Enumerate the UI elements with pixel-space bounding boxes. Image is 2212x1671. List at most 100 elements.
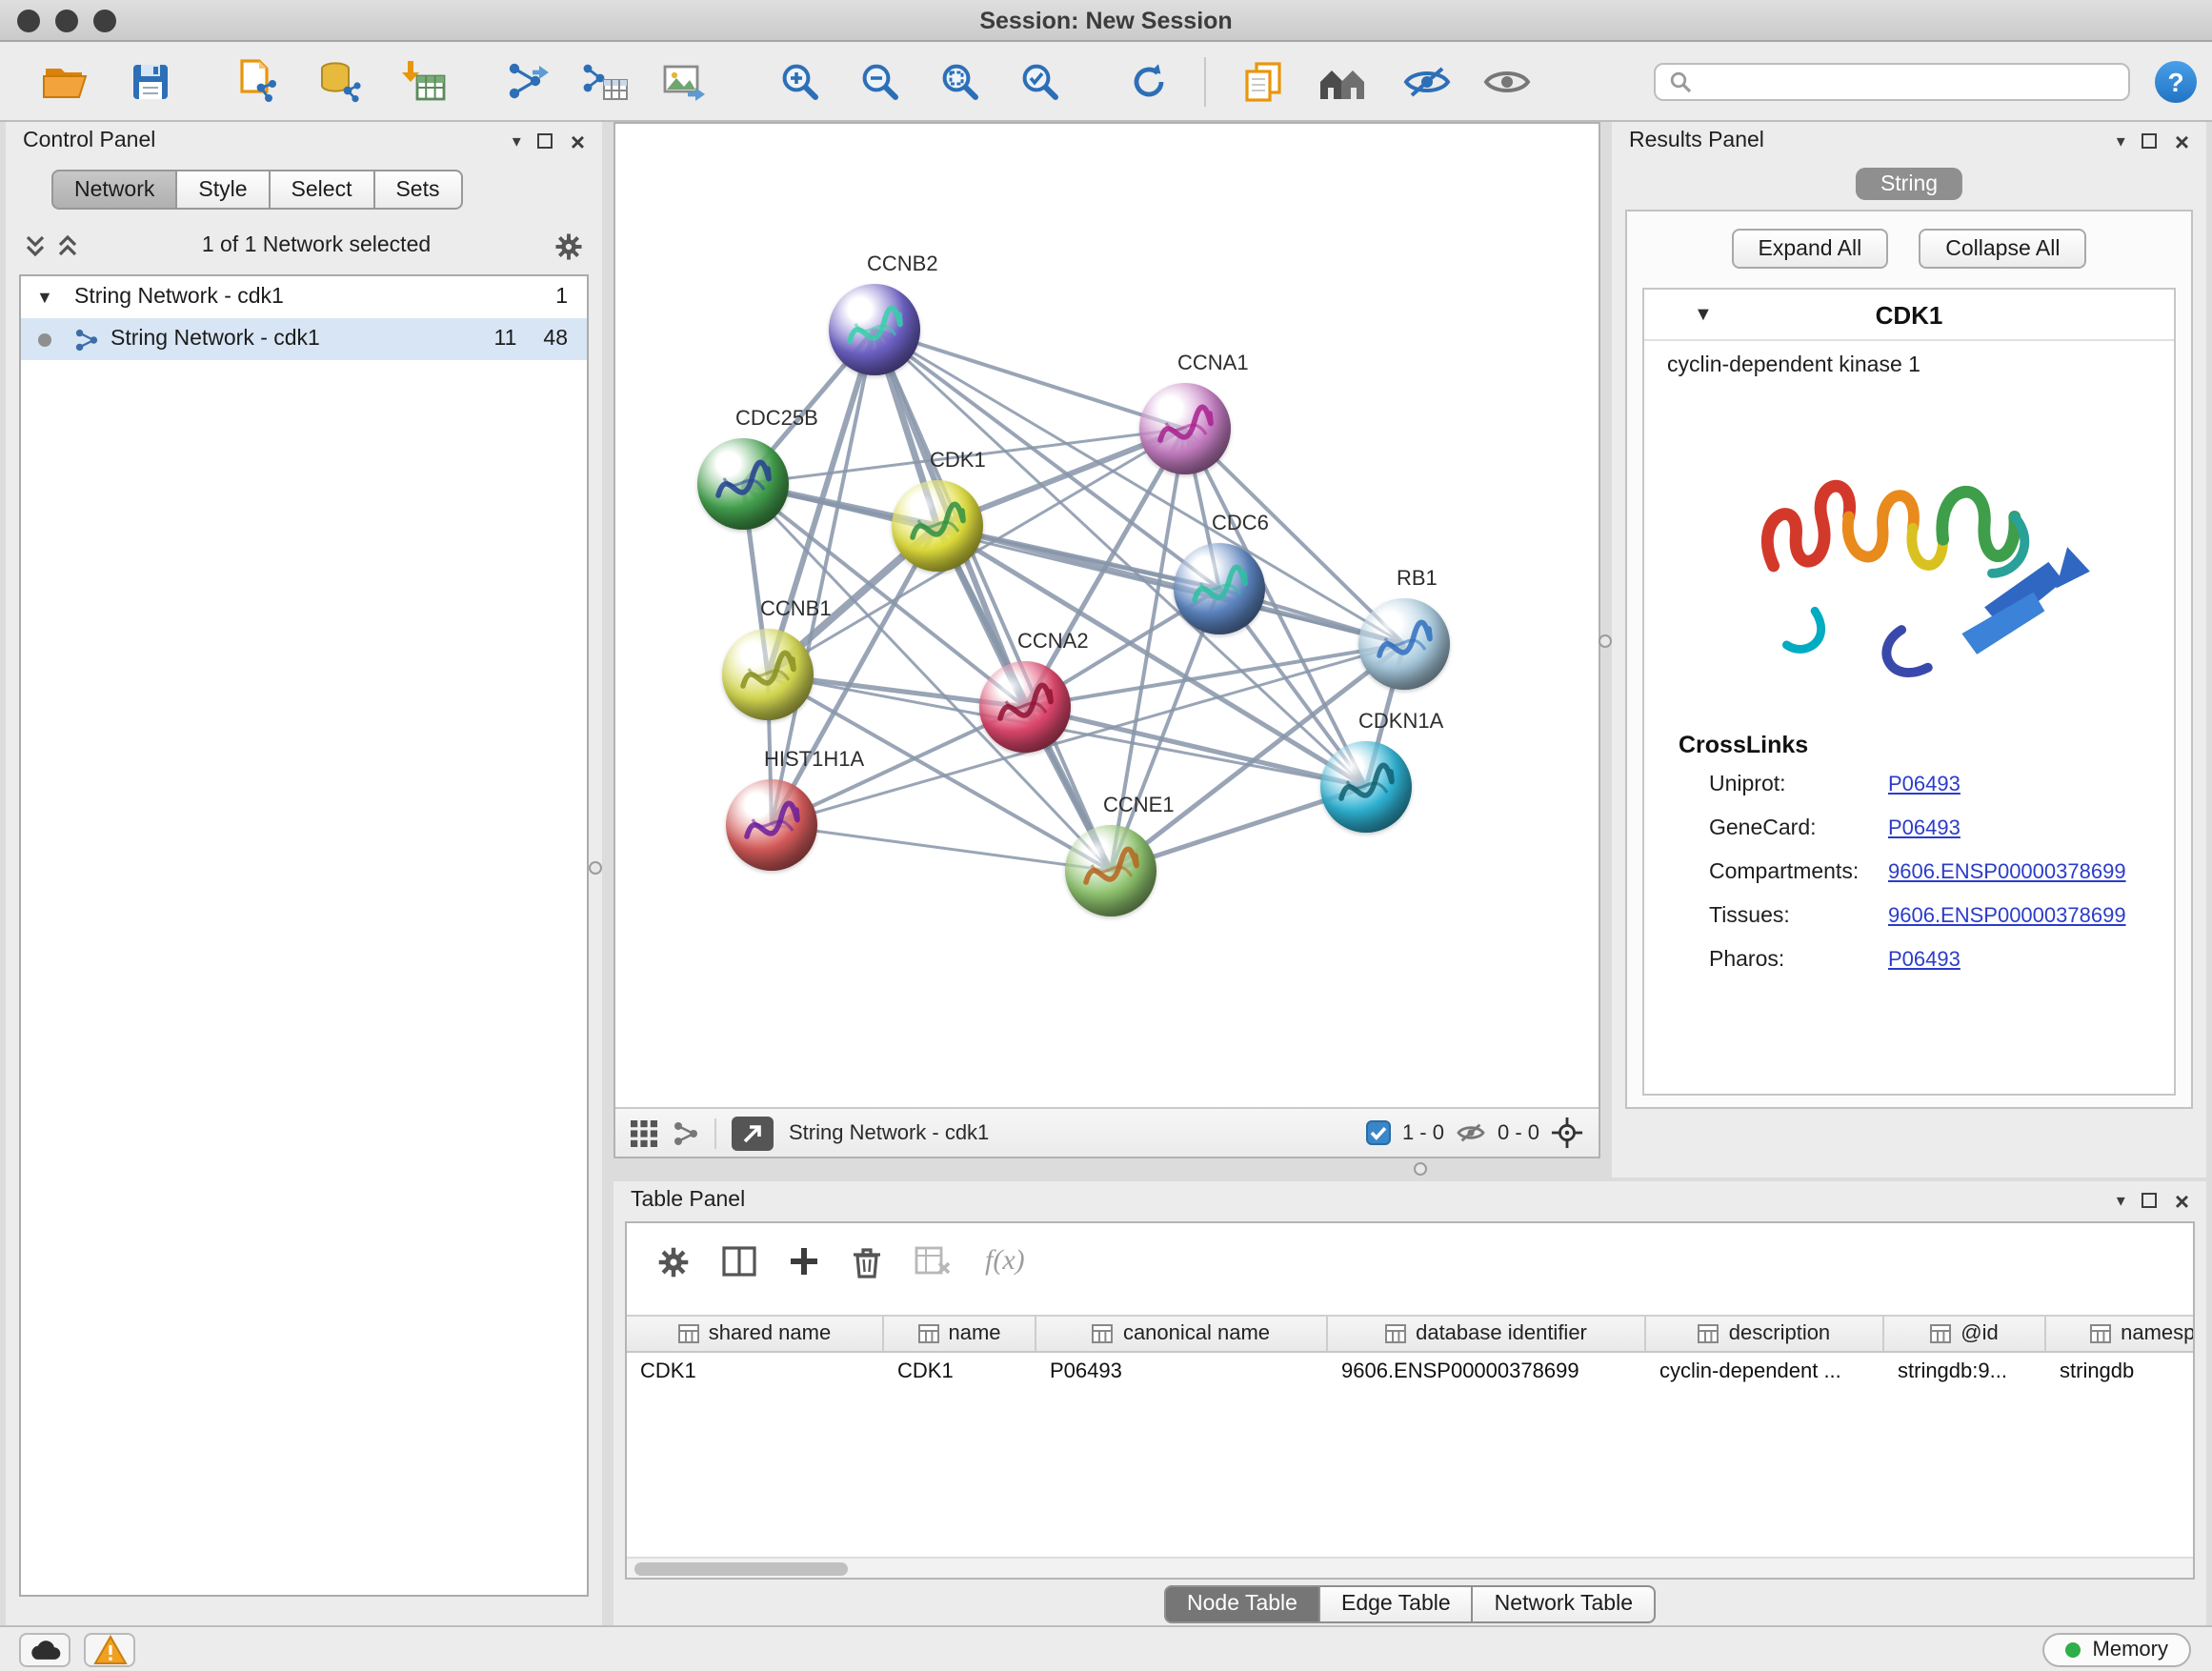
show-columns-icon[interactable] [722,1246,756,1277]
panel-float-icon[interactable] [2142,1193,2158,1208]
import-network-from-database-button[interactable] [311,55,368,109]
network-edge-HIST1H1A-CCNE1[interactable] [772,825,1111,871]
cloud-status-button[interactable] [19,1633,70,1667]
node-table-row[interactable]: CDK1CDK1P064939606.ENSP00000378699cyclin… [627,1355,2193,1389]
splitter-handle[interactable] [1414,1162,1427,1176]
tab-select[interactable]: Select [271,170,375,210]
add-column-icon[interactable] [789,1246,819,1277]
crosslink-value-link[interactable]: P06493 [1888,773,1961,795]
network-node-CCNA1[interactable] [1139,383,1231,474]
new-network-table-button[interactable] [575,55,633,109]
collapse-all-button[interactable]: Collapse All [1919,229,2086,269]
gene-collapse-caret-icon[interactable]: ▼ [1694,304,1713,325]
table-cell-2[interactable]: P06493 [1036,1355,1328,1389]
collection-caret-icon[interactable]: ▼ [36,288,63,307]
zoom-selected-button[interactable] [1012,55,1069,109]
network-edge-CDK1-RB1[interactable] [937,526,1404,644]
network-node-CDKN1A[interactable] [1320,741,1412,833]
function-builder-icon[interactable]: f(x) [985,1245,1025,1278]
network-node-CDC25B[interactable] [697,438,789,530]
delete-column-icon[interactable] [852,1245,882,1278]
expand-all-networks-icon[interactable] [57,234,78,257]
scrollbar-thumb[interactable] [634,1561,848,1575]
import-table-button[interactable] [394,55,452,109]
crosslink-value-link[interactable]: 9606.ENSP00000378699 [1888,860,2126,883]
network-node-CCNE1[interactable] [1065,825,1156,916]
table-cell-5[interactable]: stringdb:9... [1884,1355,2046,1389]
panel-close-icon[interactable]: × [2175,1188,2189,1213]
table-settings-gear-icon[interactable] [657,1245,690,1278]
string-tab-badge[interactable]: String [1856,168,1962,200]
tab-style[interactable]: Style [177,170,270,210]
apply-layout-button[interactable] [1120,55,1177,109]
table-cell-1[interactable]: CDK1 [884,1355,1036,1389]
column-header-name[interactable]: name [884,1317,1036,1351]
panel-close-icon[interactable]: × [2175,129,2189,153]
birds-eye-icon[interactable] [673,1119,699,1146]
clone-network-button[interactable] [1235,55,1292,109]
panel-menu-icon[interactable]: ▾ [513,131,521,151]
network-node-CCNA2[interactable] [979,661,1071,753]
zoom-fit-button[interactable] [932,55,989,109]
export-image-button[interactable] [657,55,714,109]
network-node-CCNB1[interactable] [722,629,814,720]
panel-menu-icon[interactable]: ▾ [2117,131,2125,151]
toggle-structure-images-button[interactable] [1398,55,1456,109]
zoom-in-button[interactable] [772,55,829,109]
zoom-out-button[interactable] [852,55,909,109]
memory-button[interactable]: Memory [2043,1633,2191,1667]
network-canvas[interactable]: CCNB2CCNA1CDC25BCDK1CDC6RB1CCNB1CCNA2CDK… [615,124,1599,1107]
table-cell-6[interactable]: stringdb [2046,1355,2193,1389]
crosslink-value-link[interactable]: P06493 [1888,816,1961,839]
search-input[interactable] [1699,70,2115,93]
open-in-new-window-button[interactable] [732,1116,774,1150]
column-header-database-identifier[interactable]: database identifier [1328,1317,1646,1351]
import-network-from-file-button[interactable] [229,55,286,109]
open-session-button[interactable] [38,55,95,109]
hidden-eye-slash-icon[interactable] [1456,1120,1486,1145]
new-network-from-selection-button[interactable] [499,55,556,109]
network-row[interactable]: String Network - cdk1 11 48 [21,318,587,360]
collection-count: 1 [555,286,568,309]
network-node-RB1[interactable] [1358,598,1450,690]
panel-close-icon[interactable]: × [571,129,585,153]
network-node-CDC6[interactable] [1174,543,1265,634]
table-cell-0[interactable]: CDK1 [627,1355,884,1389]
help-button[interactable]: ? [2155,61,2197,103]
tab-network-table[interactable]: Network Table [1474,1585,1656,1623]
splitter-handle[interactable] [1599,634,1612,648]
show-graphics-details-button[interactable] [1478,55,1536,109]
string-home-button[interactable] [1315,55,1372,109]
column-header-canonical-name[interactable]: canonical name [1036,1317,1328,1351]
network-collection-row[interactable]: ▼ String Network - cdk1 1 [21,276,587,318]
tab-edge-table[interactable]: Edge Table [1320,1585,1474,1623]
table-cell-3[interactable]: 9606.ENSP00000378699 [1328,1355,1646,1389]
column-header-namespace[interactable]: namespace [2046,1317,2193,1351]
fit-content-crosshair-icon[interactable] [1551,1117,1583,1149]
network-node-HIST1H1A[interactable] [726,779,817,871]
column-header-shared-name[interactable]: shared name [627,1317,884,1351]
collapse-all-networks-icon[interactable] [25,234,46,257]
tab-network[interactable]: Network [51,170,177,210]
table-cell-4[interactable]: cyclin-dependent ... [1646,1355,1884,1389]
gene-card-header[interactable]: ▼ CDK1 [1644,290,2174,341]
panel-float-icon[interactable] [2142,133,2158,149]
panel-float-icon[interactable] [538,133,553,149]
network-node-CDK1[interactable] [892,480,983,572]
network-edge-CCNB2-CCNE1[interactable] [875,330,1111,871]
crosslink-value-link[interactable]: 9606.ENSP00000378699 [1888,904,2126,927]
column-header--id[interactable]: @id [1884,1317,2046,1351]
selected-checkbox-icon[interactable] [1366,1120,1391,1145]
splitter-handle[interactable] [589,861,602,875]
column-header-description[interactable]: description [1646,1317,1884,1351]
expand-all-button[interactable]: Expand All [1732,229,1889,269]
panel-menu-icon[interactable]: ▾ [2117,1190,2125,1211]
network-options-gear-icon[interactable] [554,232,583,260]
grid-view-icon[interactable] [631,1119,657,1146]
tab-sets[interactable]: Sets [374,170,462,210]
crosslink-value-link[interactable]: P06493 [1888,948,1961,971]
warnings-button[interactable] [84,1633,135,1667]
save-session-button[interactable] [122,55,179,109]
network-node-CCNB2[interactable] [829,284,920,375]
tab-node-table[interactable]: Node Table [1164,1585,1320,1623]
